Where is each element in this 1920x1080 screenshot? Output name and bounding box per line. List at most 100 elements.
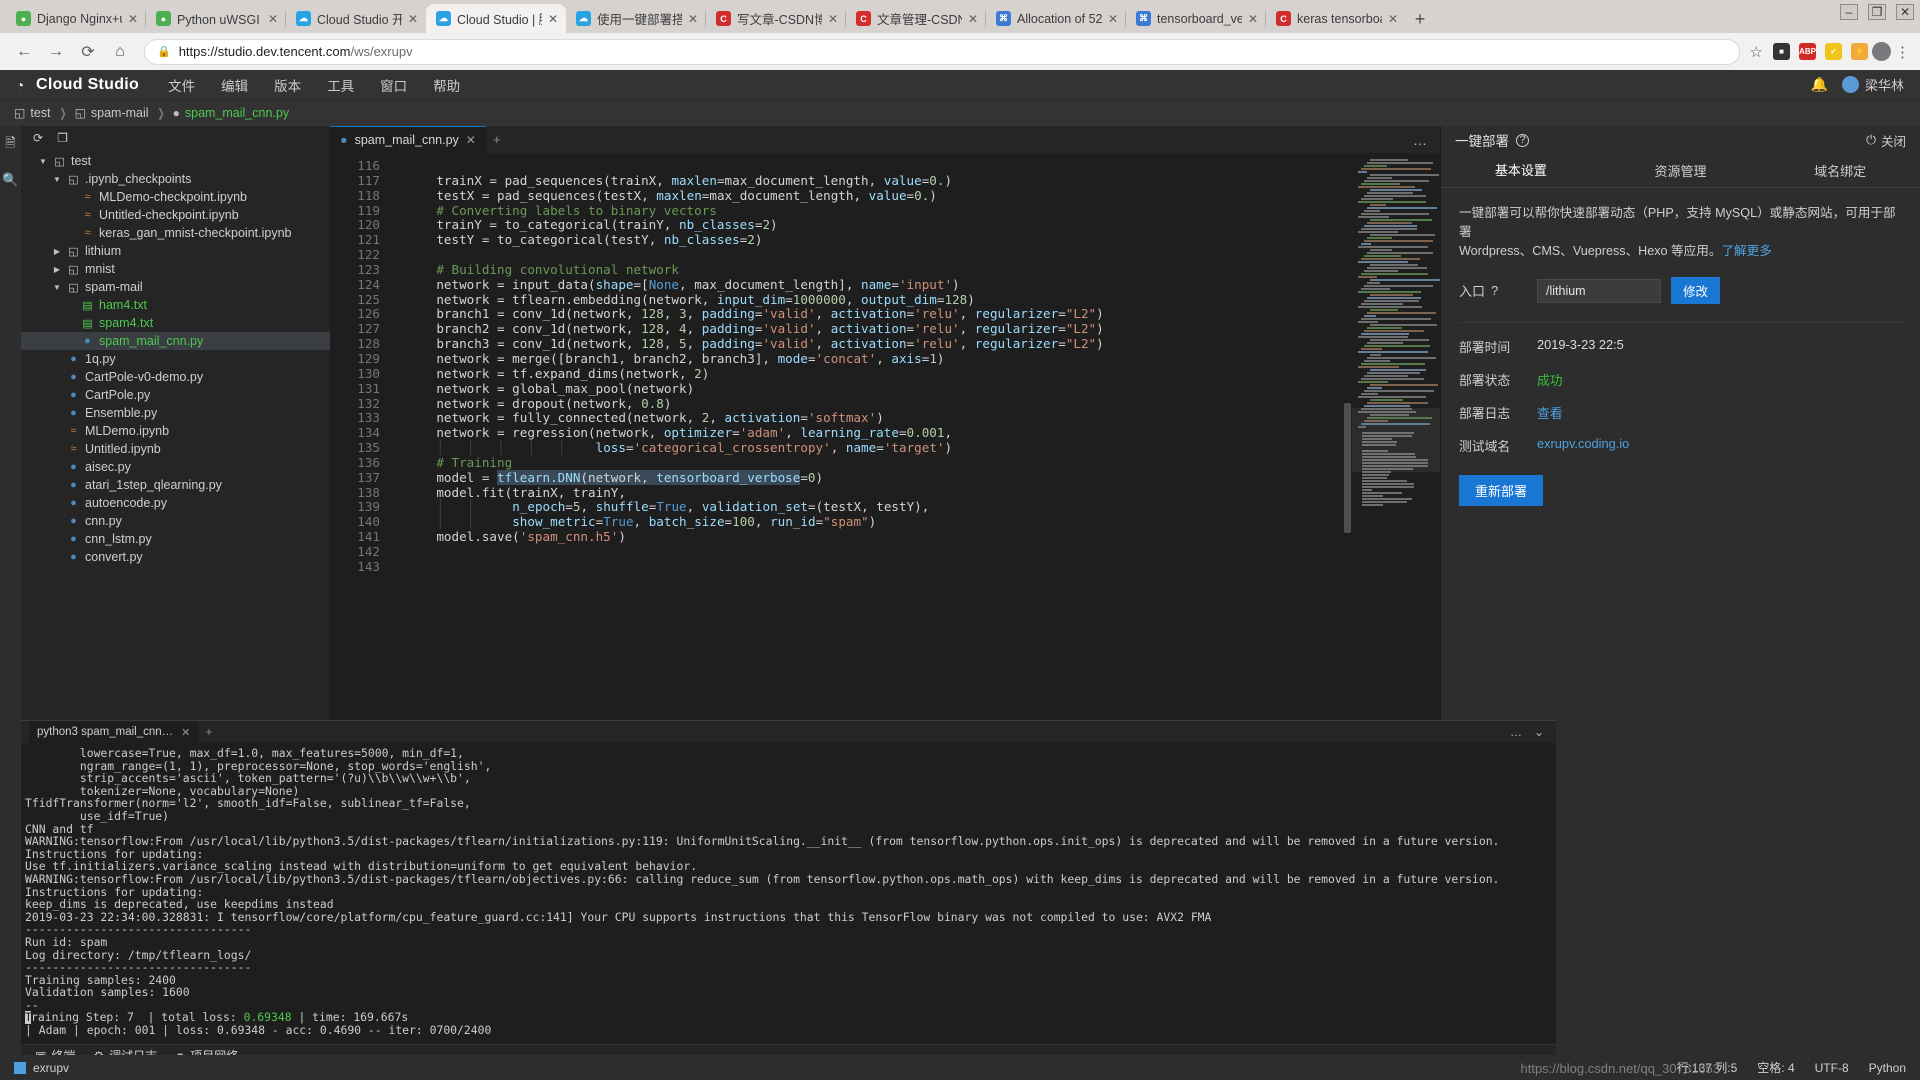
code-line-119[interactable]: # Converting labels to binary vectors (406, 203, 1343, 219)
code-line-138[interactable]: model.fit(trainX, trainY, (406, 485, 1343, 501)
browser-tab-7[interactable]: ⌘ Allocation of 52428 ✕ (985, 4, 1126, 33)
code-line-142[interactable] (406, 545, 1343, 560)
browser-tab-0[interactable]: ● Django Nginx+uwsg ✕ (6, 4, 146, 33)
maximize-button[interactable]: ❐ (1868, 4, 1886, 20)
code-line-141[interactable]: model.save('spam_cnn.h5') (406, 529, 1343, 545)
close-icon[interactable]: ✕ (828, 12, 839, 26)
close-window-button[interactable]: ✕ (1896, 4, 1914, 20)
chevron-right-icon[interactable]: ▶ (52, 247, 62, 256)
tree-item-13[interactable]: ● CartPole.py (21, 386, 330, 404)
back-icon[interactable]: ← (10, 38, 38, 66)
menu-item-4[interactable]: 窗口 (367, 70, 420, 100)
browser-tab-3[interactable]: ☁ Cloud Studio | 腾讯云 ✕ (426, 4, 566, 33)
files-icon[interactable]: 🗎 (5, 134, 15, 156)
scrollbar-thumb[interactable] (1344, 403, 1351, 533)
deploy-info-value[interactable]: exrupv.coding.io (1537, 436, 1629, 455)
code-line-117[interactable]: trainX = pad_sequences(trainX, maxlen=ma… (406, 173, 1343, 189)
tree-item-3[interactable]: ≈ Untitled-checkpoint.ipynb (21, 206, 330, 224)
chevron-down-icon[interactable]: ▼ (52, 283, 62, 292)
tree-item-1[interactable]: ▼ ◱ .ipynb_checkpoints (21, 170, 330, 188)
profile-avatar[interactable] (1872, 42, 1891, 61)
chevron-down-icon[interactable]: ▼ (38, 157, 48, 166)
extension-3[interactable]: ✓ (1825, 43, 1842, 60)
minimize-button[interactable]: – (1840, 4, 1858, 20)
browser-tab-1[interactable]: ● Python uWSGI 安装 ✕ (145, 4, 286, 33)
tree-item-0[interactable]: ▼ ◱ test (21, 152, 330, 170)
modify-button[interactable]: 修改 (1671, 277, 1721, 304)
new-tab-button[interactable]: + (1406, 5, 1434, 33)
close-icon[interactable]: ✕ (1248, 12, 1259, 26)
close-icon[interactable]: ✕ (268, 12, 279, 26)
close-icon[interactable]: ✕ (968, 12, 979, 26)
close-icon[interactable]: ✕ (408, 12, 419, 26)
code-line-124[interactable]: network = input_data(shape=[None, max_do… (406, 277, 1343, 293)
code-line-122[interactable] (406, 248, 1343, 263)
breadcrumb-item-0[interactable]: ◱ test (14, 106, 51, 120)
close-icon[interactable]: ✕ (128, 12, 139, 26)
chevron-down-icon[interactable]: ▼ (52, 175, 62, 184)
breadcrumb-item-1[interactable]: ◱ spam-mail (75, 106, 149, 120)
indent-setting[interactable]: 空格: 4 (1757, 1059, 1794, 1076)
code-line-126[interactable]: branch1 = conv_1d(network, 128, 3, paddi… (406, 307, 1343, 322)
close-icon[interactable]: ✕ (688, 12, 699, 26)
tree-item-4[interactable]: ≈ keras_gan_mnist-checkpoint.ipynb (21, 224, 330, 242)
code-line-129[interactable]: network = merge([branch1, branch2, branc… (406, 351, 1343, 367)
close-icon[interactable]: ✕ (466, 133, 476, 147)
code-line-133[interactable]: network = fully_connected(network, 2, ac… (406, 410, 1343, 426)
code-line-131[interactable]: network = global_max_pool(network) (406, 381, 1343, 397)
help-icon[interactable]: ? (1491, 283, 1498, 298)
home-icon[interactable]: ⌂ (106, 38, 134, 66)
help-icon[interactable]: ? (1516, 133, 1529, 147)
browser-tab-6[interactable]: C 文章管理-CSDN博客 ✕ (845, 4, 986, 33)
code-line-134[interactable]: network = regression(network, optimizer=… (406, 425, 1343, 441)
code-line-143[interactable] (406, 560, 1343, 575)
code-line-121[interactable]: testY = to_categorical(testY, nb_classes… (406, 232, 1343, 248)
code-line-123[interactable]: # Building convolutional network (406, 262, 1343, 278)
browser-tab-4[interactable]: ☁ 使用一键部署搭建静 ✕ (566, 4, 706, 33)
tree-item-11[interactable]: ● 1q.py (21, 350, 330, 368)
redeploy-button[interactable]: 重新部署 (1459, 475, 1544, 506)
tree-item-12[interactable]: ● CartPole-v0-demo.py (21, 368, 330, 386)
deploy-tab-0[interactable]: 基本设置 (1441, 154, 1601, 187)
code-line-128[interactable]: branch3 = conv_1d(network, 128, 5, paddi… (406, 336, 1343, 352)
status-workspace[interactable]: exrupv (14, 1061, 69, 1075)
deploy-tab-1[interactable]: 资源管理 (1601, 154, 1761, 187)
extension-1[interactable]: ■ (1773, 43, 1790, 60)
editor-more-icon[interactable]: … (1413, 126, 1440, 153)
code-line-139[interactable]: │ │ n_epoch=5, shuffle=True, validation_… (406, 499, 1343, 515)
adblock-extension[interactable]: ABP (1799, 43, 1816, 60)
close-icon[interactable]: ✕ (1388, 12, 1399, 26)
chevron-right-icon[interactable]: ▶ (52, 265, 62, 274)
tree-item-10[interactable]: ● spam_mail_cnn.py (21, 332, 330, 350)
deploy-close-button[interactable]: ⏻ 关闭 (1866, 131, 1906, 150)
tree-item-7[interactable]: ▼ ◱ spam-mail (21, 278, 330, 296)
code-line-120[interactable]: trainY = to_categorical(trainY, nb_class… (406, 217, 1343, 233)
close-icon[interactable]: ✕ (548, 12, 559, 26)
deploy-info-value[interactable]: 查看 (1537, 403, 1563, 422)
new-editor-tab-button[interactable]: + (486, 126, 508, 153)
search-icon[interactable]: 🔍 (2, 172, 18, 188)
tree-item-15[interactable]: ≈ MLDemo.ipynb (21, 422, 330, 440)
code-line-127[interactable]: branch2 = conv_1d(network, 128, 4, paddi… (406, 321, 1343, 337)
code-line-140[interactable]: │ │ show_metric=True, batch_size=100, ru… (406, 514, 1343, 530)
user-account[interactable]: 梁华林 (1841, 75, 1904, 94)
tree-item-17[interactable]: ● aisec.py (21, 458, 330, 476)
code-line-125[interactable]: network = tflearn.embedding(network, inp… (406, 292, 1343, 308)
browser-tab-8[interactable]: ⌘ tensorboard_verbo ✕ (1125, 4, 1266, 33)
reload-icon[interactable]: ⟳ (74, 38, 102, 66)
menu-item-5[interactable]: 帮助 (420, 70, 473, 100)
collapse-icon[interactable]: ❐ (57, 131, 68, 145)
terminal-output[interactable]: lowercase=True, max_df=1.0, max_features… (21, 743, 1556, 1044)
entry-input[interactable] (1537, 278, 1661, 303)
tree-item-22[interactable]: ● convert.py (21, 548, 330, 566)
tree-item-5[interactable]: ▶ ◱ lithium (21, 242, 330, 260)
new-terminal-button[interactable]: + (198, 725, 219, 739)
code-line-116[interactable] (406, 159, 1343, 174)
close-icon[interactable]: ✕ (1108, 12, 1119, 26)
code-line-130[interactable]: network = tf.expand_dims(network, 2) (406, 366, 1343, 382)
tree-item-14[interactable]: ● Ensemble.py (21, 404, 330, 422)
breadcrumb-item-2[interactable]: ● spam_mail_cnn.py (173, 106, 289, 120)
browser-tab-9[interactable]: Ckeras tensorboard ✕ (1265, 4, 1406, 33)
tree-item-18[interactable]: ● atari_1step_qlearning.py (21, 476, 330, 494)
tree-item-6[interactable]: ▶ ◱ mnist (21, 260, 330, 278)
